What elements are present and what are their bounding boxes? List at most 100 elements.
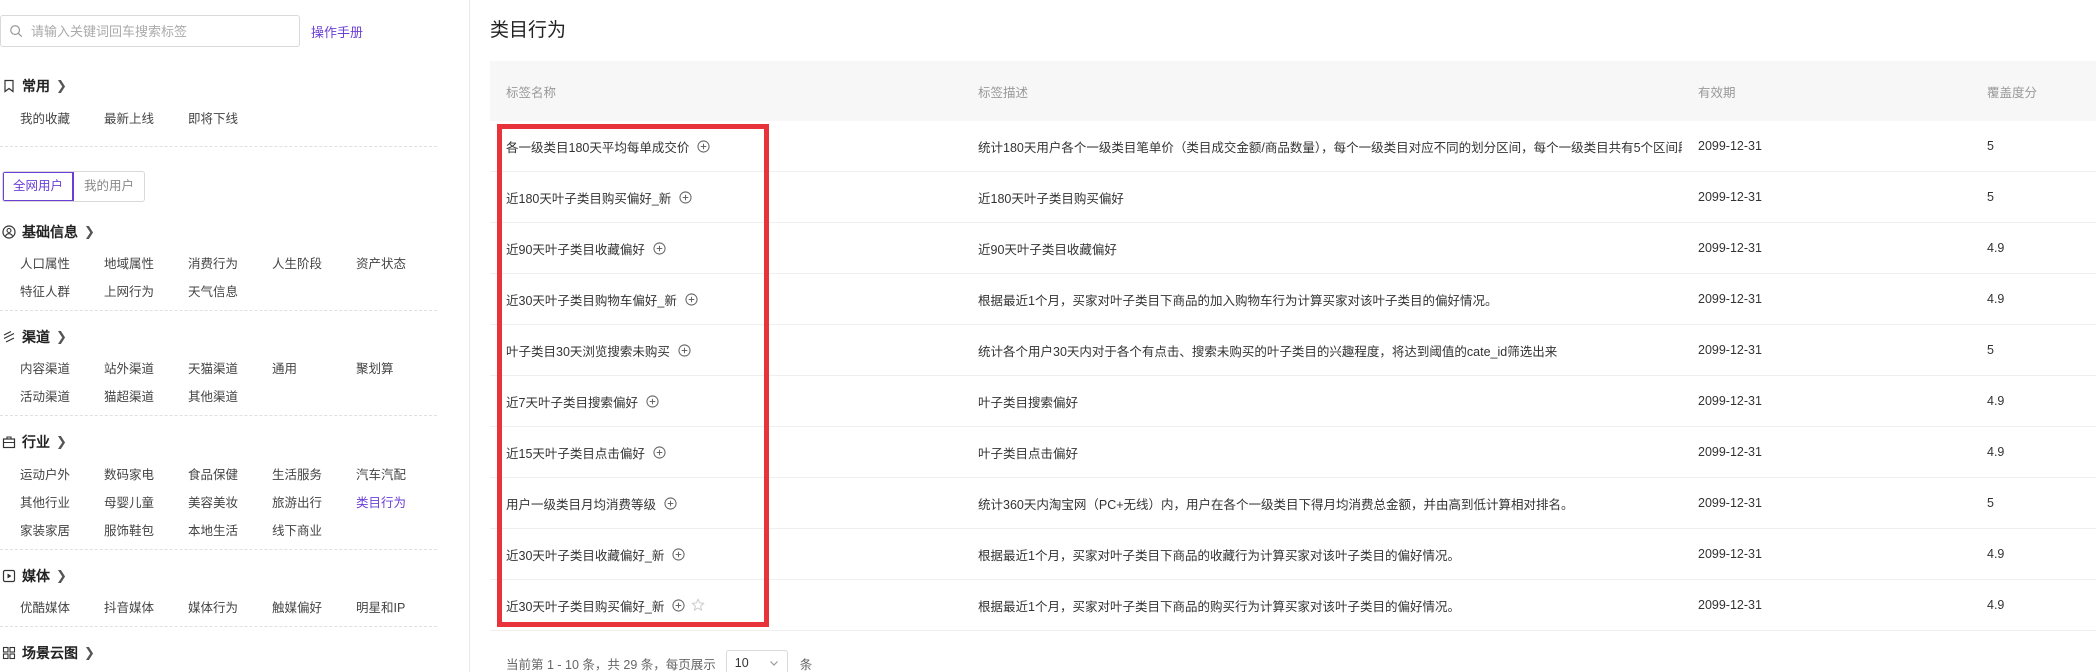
- tag-name-text[interactable]: 各一级类目180天平均每单成交价: [506, 137, 689, 156]
- add-circle-icon[interactable]: [653, 241, 666, 255]
- tag-item[interactable]: 其他行业: [20, 492, 104, 511]
- tag-item[interactable]: 地域属性: [104, 253, 188, 272]
- add-circle-icon[interactable]: [653, 445, 666, 459]
- tag-item[interactable]: 即将下线: [188, 108, 272, 127]
- search-box[interactable]: [0, 15, 300, 47]
- tag-name-text[interactable]: 近30天叶子类目收藏偏好_新: [506, 545, 664, 564]
- main-content: 类目行为 标签名称 标签描述 有效期 覆盖度分 各一级类目180天平均每单成交价…: [470, 0, 2096, 672]
- tag-item[interactable]: 站外渠道: [104, 358, 188, 377]
- industry-row3: 家装家居 服饰鞋包 本地生活 线下商业: [20, 520, 356, 539]
- cell-expiry: 2099-12-31: [1698, 343, 1762, 357]
- tag-name-text[interactable]: 叶子类目30天浏览搜索未购买: [506, 341, 670, 360]
- tag-table: 标签名称 标签描述 有效期 覆盖度分 各一级类目180天平均每单成交价 统计180…: [490, 61, 2096, 631]
- tag-item[interactable]: 触媒偏好: [272, 597, 356, 616]
- cell-tag-desc: 近90天叶子类目收藏偏好: [978, 242, 1117, 257]
- chevron-right-icon: ❯: [56, 568, 67, 583]
- tag-item[interactable]: 生活服务: [272, 464, 356, 483]
- cell-expiry: 2099-12-31: [1698, 292, 1762, 306]
- tag-item[interactable]: 活动渠道: [20, 386, 104, 405]
- cell-tag-name: 近30天叶子类目收藏偏好_新: [490, 545, 962, 564]
- add-circle-icon[interactable]: [685, 292, 698, 306]
- tag-item[interactable]: 线下商业: [272, 520, 356, 539]
- star-icon[interactable]: [691, 598, 706, 612]
- cell-expiry: 2099-12-31: [1698, 547, 1762, 561]
- manual-link[interactable]: 操作手册: [311, 22, 363, 41]
- tag-item[interactable]: 消费行为: [188, 253, 272, 272]
- tag-item[interactable]: 资产状态: [356, 253, 440, 272]
- tag-item[interactable]: 家装家居: [20, 520, 104, 539]
- add-circle-icon[interactable]: [672, 547, 685, 561]
- cell-expiry: 2099-12-31: [1698, 445, 1762, 459]
- channel-row1: 内容渠道 站外渠道 天猫渠道 通用 聚划算: [20, 358, 440, 377]
- tag-item[interactable]: 通用: [272, 358, 356, 377]
- tag-item[interactable]: 抖音媒体: [104, 597, 188, 616]
- cell-tag-name: 近180天叶子类目购买偏好_新: [490, 188, 962, 207]
- add-circle-icon[interactable]: [678, 343, 691, 357]
- section-industry-label: 行业: [22, 434, 50, 450]
- search-input[interactable]: [31, 23, 291, 39]
- tag-item[interactable]: 母婴儿童: [104, 492, 188, 511]
- cell-tag-name: 近30天叶子类目购物车偏好_新: [490, 290, 962, 309]
- cell-coverage: 4.9: [1987, 292, 2005, 306]
- section-common[interactable]: 常用 ❯: [2, 76, 67, 96]
- tag-item[interactable]: 特征人群: [20, 281, 104, 300]
- user-scope-toggle: 全网用户 我的用户: [2, 171, 146, 202]
- tag-name-text[interactable]: 近15天叶子类目点击偏好: [506, 443, 645, 462]
- tag-item[interactable]: 旅游出行: [272, 492, 356, 511]
- tag-name-text[interactable]: 近90天叶子类目收藏偏好: [506, 239, 645, 258]
- tag-item[interactable]: 天猫渠道: [188, 358, 272, 377]
- tag-item[interactable]: 其他渠道: [188, 386, 272, 405]
- section-channel-label: 渠道: [22, 329, 50, 345]
- tag-name-text[interactable]: 近30天叶子类目购物车偏好_新: [506, 290, 677, 309]
- add-circle-icon[interactable]: [672, 598, 685, 612]
- chevron-right-icon: ❯: [84, 224, 95, 239]
- tag-item[interactable]: 聚划算: [356, 358, 440, 377]
- add-circle-icon[interactable]: [664, 496, 677, 510]
- tag-item[interactable]: 猫超渠道: [104, 386, 188, 405]
- bookmark-icon: [4, 79, 14, 93]
- section-scene[interactable]: 场景云图 ❯: [2, 643, 95, 663]
- tag-item[interactable]: 运动户外: [20, 464, 104, 483]
- cell-tag-desc: 近180天叶子类目购买偏好: [978, 191, 1124, 206]
- tag-item[interactable]: 汽车汽配: [356, 464, 440, 483]
- tag-item[interactable]: 内容渠道: [20, 358, 104, 377]
- tag-item[interactable]: 上网行为: [104, 281, 188, 300]
- add-circle-icon[interactable]: [697, 139, 710, 153]
- tag-name-text[interactable]: 用户一级类目月均消费等级: [506, 494, 656, 513]
- tag-item[interactable]: 天气信息: [188, 281, 272, 300]
- cell-tag-desc: 根据最近1个月，买家对叶子类目下商品的收藏行为计算买家对该叶子类目的偏好情况。: [978, 548, 1460, 563]
- tag-name-text[interactable]: 近30天叶子类目购买偏好_新: [506, 596, 664, 615]
- cell-expiry: 2099-12-31: [1698, 190, 1762, 204]
- tag-item[interactable]: 美容美妆: [188, 492, 272, 511]
- tag-item[interactable]: 优酷媒体: [20, 597, 104, 616]
- add-circle-icon[interactable]: [679, 190, 692, 204]
- section-industry[interactable]: 行业 ❯: [2, 432, 67, 452]
- industry-row2: 其他行业 母婴儿童 美容美妆 旅游出行 类目行为: [20, 492, 440, 511]
- chevron-right-icon: ❯: [56, 78, 67, 93]
- col-tag-desc: 标签描述: [978, 85, 1029, 100]
- section-basic-info[interactable]: 基础信息 ❯: [2, 222, 95, 242]
- tag-item[interactable]: 食品保健: [188, 464, 272, 483]
- tag-item[interactable]: 服饰鞋包: [104, 520, 188, 539]
- tab-my-users[interactable]: 我的用户: [74, 172, 144, 201]
- section-media[interactable]: 媒体 ❯: [2, 566, 67, 586]
- section-channel[interactable]: 渠道 ❯: [2, 327, 67, 347]
- tag-item-active[interactable]: 类目行为: [356, 492, 440, 511]
- cell-coverage: 5: [1987, 343, 1994, 357]
- tag-name-text[interactable]: 近7天叶子类目搜索偏好: [506, 392, 638, 411]
- tag-item[interactable]: 人口属性: [20, 253, 104, 272]
- search-row: 操作手册: [0, 15, 363, 47]
- tag-item[interactable]: 本地生活: [188, 520, 272, 539]
- search-icon: [10, 25, 23, 38]
- add-circle-icon[interactable]: [646, 394, 659, 408]
- tab-all-users[interactable]: 全网用户: [3, 172, 75, 201]
- tag-item[interactable]: 媒体行为: [188, 597, 272, 616]
- tag-item[interactable]: 人生阶段: [272, 253, 356, 272]
- tag-item[interactable]: 数码家电: [104, 464, 188, 483]
- page-size-select[interactable]: 10: [725, 650, 788, 672]
- tag-item[interactable]: 我的收藏: [20, 108, 104, 127]
- cell-expiry: 2099-12-31: [1698, 394, 1762, 408]
- tag-item[interactable]: 最新上线: [104, 108, 188, 127]
- tag-name-text[interactable]: 近180天叶子类目购买偏好_新: [506, 188, 671, 207]
- tag-item[interactable]: 明星和IP: [356, 597, 440, 616]
